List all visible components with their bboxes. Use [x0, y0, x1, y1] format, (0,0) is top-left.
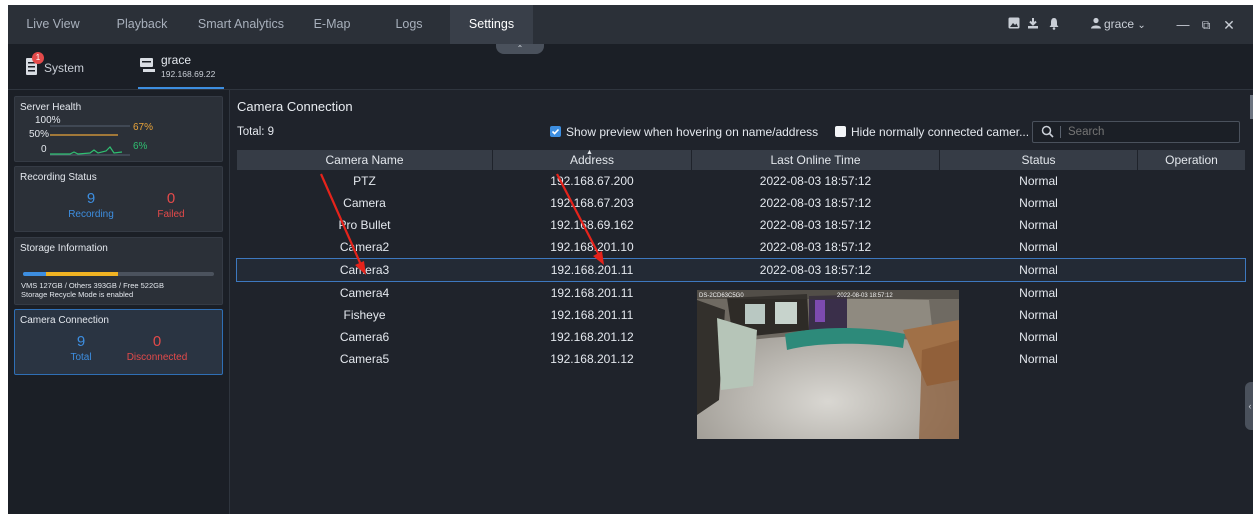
storage-information-card[interactable]: Storage Information VMS 127GB / Others 3… [14, 237, 223, 305]
storage-usage-text: VMS 127GB / Others 393GB / Free 522GB [21, 281, 164, 290]
storage-vms-fill [23, 272, 47, 276]
cpu-value: 67% [133, 122, 154, 133]
recording-status-card[interactable]: Recording Status 9 0 Recording Failed [14, 166, 223, 232]
tab-label: Settings [468, 17, 515, 31]
restore-icon[interactable]: ⧉ [1198, 17, 1214, 33]
picture-icon[interactable] [1006, 17, 1022, 33]
card-title: Recording Status [20, 172, 97, 183]
failed-count: 0 [166, 190, 176, 207]
total-label: Total [70, 352, 92, 363]
settings-subbar: 1 System grace 192.168.69.22 [8, 44, 1253, 90]
camera-connection-panel: Camera Connection Total: 9 Show preview … [230, 90, 1253, 514]
tab-settings[interactable]: Settings [450, 5, 533, 44]
storage-bar [23, 272, 214, 276]
collapse-toggle[interactable]: ⌃ [496, 44, 544, 54]
close-icon[interactable]: ✕ [1221, 17, 1237, 33]
server-health-card[interactable]: Server Health 100% 50% 0 67% 6% [14, 96, 223, 162]
card-title: Storage Information [20, 243, 108, 254]
minimize-icon[interactable]: — [1175, 17, 1191, 33]
user-name: grace [1104, 17, 1135, 31]
tab-smart-analytics[interactable]: Smart Analytics [186, 5, 296, 44]
tab-label: Smart Analytics [197, 17, 285, 31]
server-box-icon [140, 58, 155, 75]
other-value: 6% [133, 141, 148, 152]
server-name: grace [161, 53, 192, 67]
health-sparkline [50, 125, 130, 156]
server-ip: 192.168.69.22 [161, 69, 216, 79]
card-title: Camera Connection [20, 315, 109, 326]
tab-label: Logs [395, 17, 423, 31]
tab-logs[interactable]: Logs [368, 5, 450, 44]
disconnected-label: Disconnected [126, 352, 188, 363]
axis-label-50: 50% [29, 129, 50, 140]
tab-playback[interactable]: Playback [98, 5, 186, 44]
storage-recycle-text: Storage Recycle Mode is enabled [21, 290, 134, 299]
top-navigation-bar: Live View Playback Smart Analytics E-Map… [8, 5, 1253, 44]
app-window: Live View Playback Smart Analytics E-Map… [8, 5, 1253, 514]
storage-others-fill [46, 272, 119, 276]
server-tab-grace[interactable]: grace 192.168.69.22 [138, 50, 224, 89]
bell-icon[interactable] [1046, 17, 1062, 33]
disconnected-count: 0 [152, 333, 162, 350]
axis-label-0: 0 [41, 144, 47, 155]
system-tab[interactable]: 1 System [20, 52, 100, 78]
tab-label: Live View [26, 17, 80, 31]
total-count: 9 [76, 333, 86, 350]
chevron-up-icon: ⌃ [516, 44, 524, 53]
tab-label: E-Map [313, 17, 351, 31]
annotation-arrows [319, 173, 604, 275]
tab-e-map[interactable]: E-Map [296, 5, 368, 44]
side-drawer-handle[interactable]: ‹ [1245, 382, 1253, 430]
download-icon[interactable] [1025, 17, 1041, 33]
chevron-down-icon: ⌄ [1137, 20, 1146, 31]
recording-count: 9 [86, 190, 96, 207]
failed-label: Failed [157, 209, 185, 220]
card-title: Server Health [20, 102, 82, 113]
tab-live-view[interactable]: Live View [8, 5, 98, 44]
system-label: System [44, 61, 85, 75]
notification-badge: 1 [32, 52, 44, 64]
user-menu[interactable]: grace ⌄ [1104, 5, 1146, 44]
camera-connection-card[interactable]: Camera Connection 9 0 Total Disconnected [14, 309, 223, 375]
recording-label: Recording [68, 209, 114, 220]
chevron-left-icon: ‹ [1248, 401, 1252, 411]
sidebar: Server Health 100% 50% 0 67% 6% Recordin… [8, 90, 230, 514]
user-icon [1088, 17, 1104, 33]
tab-label: Playback [116, 17, 168, 31]
